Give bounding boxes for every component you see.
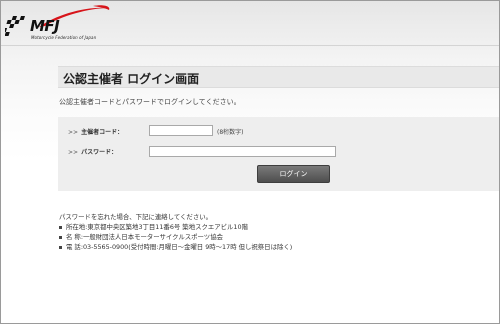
organizer-code-hint: (8桁数字) bbox=[217, 129, 244, 136]
page-title-bar: 公認主催者 ログイン画面 bbox=[58, 66, 499, 88]
header: MFJ Motorcycle Federation of Japan bbox=[1, 1, 499, 46]
organizer-code-input[interactable] bbox=[149, 125, 213, 136]
organizer-code-label-text: 主催者コード： bbox=[81, 129, 124, 136]
page-frame: MFJ Motorcycle Federation of Japan 公認主催者… bbox=[0, 0, 500, 324]
contact-name-text: 名 称:一般財団法人日本モーターサイクルスポーツ協会 bbox=[66, 233, 223, 241]
password-label-text: パスワード： bbox=[81, 149, 118, 156]
bullet-icon bbox=[59, 245, 62, 249]
bullet-icon bbox=[59, 225, 62, 229]
svg-text:MFJ: MFJ bbox=[30, 17, 60, 35]
contact-info: パスワードを忘れた場合、下記に連絡してください。 所在地:東京都中央区築地3丁目… bbox=[59, 212, 292, 252]
contact-address: 所在地:東京都中央区築地3丁目11番6号 築地スクエアビル10階 bbox=[59, 222, 292, 232]
contact-phone-text: 電 話:03-5565-0900(受付時間:月曜日～金曜日 9時～17時 但し祝… bbox=[66, 243, 293, 251]
organizer-code-label: >> 主催者コード： bbox=[68, 127, 123, 136]
contact-address-text: 所在地:東京都中央区築地3丁目11番6号 築地スクエアビル10階 bbox=[66, 223, 248, 231]
logo-subtext: Motorcycle Federation of Japan bbox=[31, 35, 97, 40]
chevron-right-icon: >> bbox=[68, 149, 79, 156]
password-label: >> パスワード： bbox=[68, 147, 117, 156]
intro-text: 公認主催者コードとパスワードでログインしてください。 bbox=[59, 98, 241, 106]
password-input[interactable] bbox=[149, 146, 336, 157]
page-title: 公認主催者 ログイン画面 bbox=[63, 72, 200, 86]
bullet-icon bbox=[59, 235, 62, 239]
mfj-logo[interactable]: MFJ Motorcycle Federation of Japan bbox=[5, 4, 115, 40]
contact-phone: 電 話:03-5565-0900(受付時間:月曜日～金曜日 9時～17時 但し祝… bbox=[59, 242, 292, 252]
contact-intro: パスワードを忘れた場合、下記に連絡してください。 bbox=[59, 213, 212, 221]
login-button[interactable]: ログイン bbox=[257, 165, 330, 183]
login-form: >> 主催者コード： (8桁数字) >> パスワード： ログイン bbox=[58, 117, 499, 191]
contact-name: 名 称:一般財団法人日本モーターサイクルスポーツ協会 bbox=[59, 232, 292, 242]
chevron-right-icon: >> bbox=[68, 129, 79, 136]
